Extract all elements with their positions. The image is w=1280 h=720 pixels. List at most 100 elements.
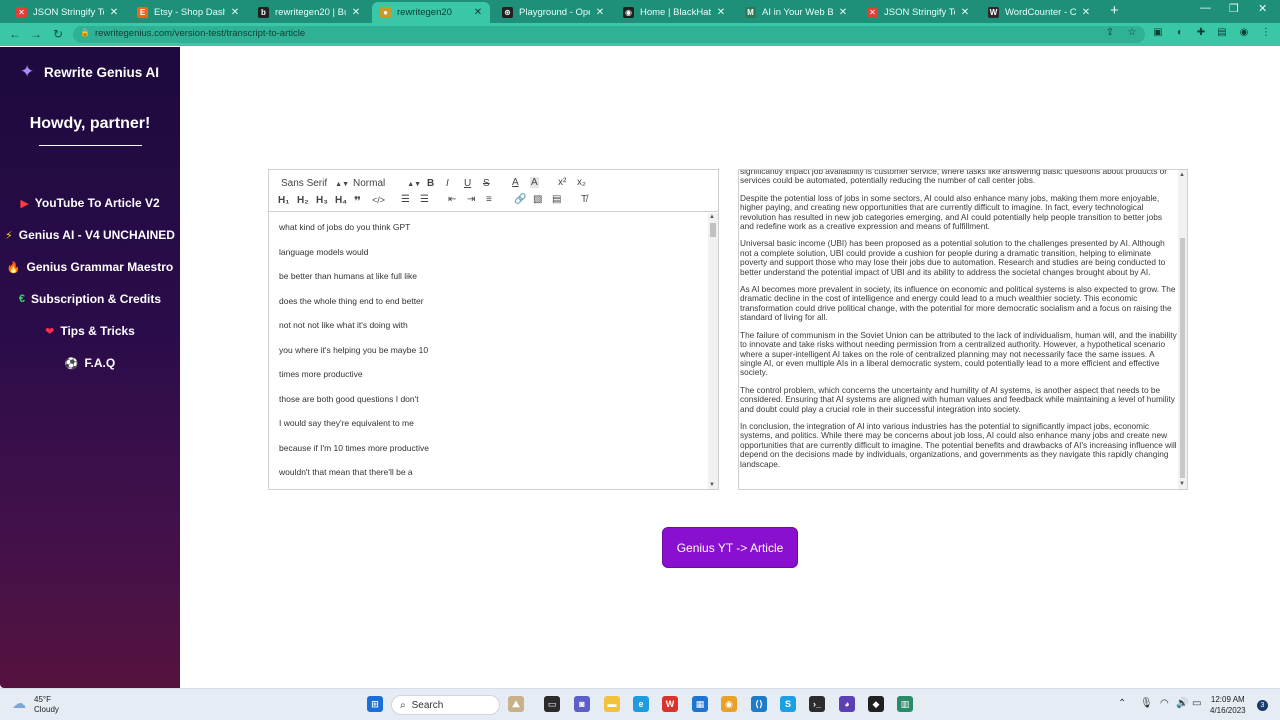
store-icon[interactable]: ▦ xyxy=(692,696,708,712)
terminal-icon[interactable]: ›_ xyxy=(809,696,825,712)
sidebar-item-f-a-q[interactable]: ⚽ F.A.Q xyxy=(0,356,180,370)
strikethrough-icon[interactable]: S xyxy=(483,178,490,189)
new-tab-button[interactable]: + xyxy=(1110,3,1119,18)
editor-scrollbar[interactable]: ▲ ▼ xyxy=(708,213,718,489)
image-icon[interactable]: ▧ xyxy=(533,194,542,205)
profile-avatar-icon[interactable]: ◉ xyxy=(1238,27,1250,39)
minimize-icon[interactable]: — xyxy=(1200,2,1211,14)
browser-tab[interactable]: ◉ Home | BlackHatWorld ✕ xyxy=(615,2,733,23)
back-icon[interactable]: ← xyxy=(8,27,22,41)
underline-icon[interactable]: U xyxy=(464,178,471,189)
italic-icon[interactable]: I xyxy=(446,178,449,189)
close-tab-icon[interactable]: ✕ xyxy=(959,7,971,18)
forward-icon[interactable]: → xyxy=(29,27,43,41)
scroll-down-icon[interactable]: ▼ xyxy=(709,482,715,488)
clear-format-icon[interactable]: T̸ xyxy=(581,194,587,205)
chevron-up-icon[interactable]: ⌃ xyxy=(1118,698,1126,709)
side-panel-icon[interactable]: ▤ xyxy=(1216,27,1228,39)
taskbar-search[interactable]: ⌕ Search xyxy=(391,695,500,715)
heading-2-icon[interactable]: H₂ xyxy=(297,195,309,206)
align-icon[interactable]: ≡ xyxy=(486,194,492,205)
brand[interactable]: ✦ Rewrite Genius AI xyxy=(20,63,159,81)
sidebar-item-youtube-to-article-v2[interactable]: ▶ YouTube To Article V2 xyxy=(0,196,180,210)
sidebar-item-genius-ai-v4-unchained[interactable]: ⚡ Genius AI - V4 UNCHAINED xyxy=(0,228,180,242)
battery-icon[interactable]: ▭ xyxy=(1192,698,1201,709)
sidebar-item-genius-grammar-maestro[interactable]: 🔥 Genius Grammar Maestro xyxy=(0,260,180,274)
chrome-icon[interactable]: ◉ xyxy=(721,696,737,712)
close-tab-icon[interactable]: ✕ xyxy=(837,7,849,18)
outdent-icon[interactable]: ⇤ xyxy=(448,194,456,205)
output-scrollbar[interactable]: ▲ ▼ xyxy=(1178,170,1187,489)
ordered-list-icon[interactable]: ☰ xyxy=(401,194,410,205)
article-text[interactable]: significantly impact job availability is… xyxy=(740,170,1177,477)
close-tab-icon[interactable]: ✕ xyxy=(594,7,606,18)
extension-icon[interactable]: ▣ xyxy=(1152,27,1164,39)
close-tab-icon[interactable]: ✕ xyxy=(229,7,241,18)
bullet-list-icon[interactable]: ☰ xyxy=(420,194,429,205)
file-explorer-icon[interactable]: ▬ xyxy=(604,696,620,712)
wifi-icon[interactable]: ◠ xyxy=(1160,698,1169,709)
microphone-icon[interactable]: 🎙 xyxy=(1140,698,1153,709)
sidebar-item-subscription-credits[interactable]: € Subscription & Credits xyxy=(0,292,180,306)
extension-icon[interactable]: ◐ xyxy=(1174,27,1186,39)
scroll-up-icon[interactable]: ▲ xyxy=(1179,172,1185,178)
scroll-down-icon[interactable]: ▼ xyxy=(1179,481,1185,487)
close-tab-icon[interactable]: ✕ xyxy=(108,7,120,18)
browser-tab[interactable]: M AI in Your Web Browser ✕ xyxy=(737,2,855,23)
browser-tab[interactable]: ✕ JSON Stringify Text - C ✕ xyxy=(8,2,126,23)
share-icon[interactable]: ⇪ xyxy=(1104,27,1116,39)
background-color-icon[interactable]: A xyxy=(530,177,539,188)
indent-icon[interactable]: ⇥ xyxy=(467,194,475,205)
blockquote-icon[interactable]: ❞ xyxy=(354,194,361,208)
text-color-icon[interactable]: A xyxy=(512,177,519,188)
video-icon[interactable]: ▤ xyxy=(552,194,561,205)
discord-icon[interactable]: ◕ xyxy=(839,696,855,712)
menu-kebab-icon[interactable]: ⋮ xyxy=(1260,27,1272,39)
url-text[interactable]: rewritegenius.com/version-test/transcrip… xyxy=(95,28,305,39)
chat-icon[interactable]: ◙ xyxy=(574,696,590,712)
scrollbar-thumb[interactable] xyxy=(710,223,716,237)
search-highlight-icon[interactable]: ⛰ xyxy=(508,696,524,712)
skype-icon[interactable]: S xyxy=(780,696,796,712)
start-icon[interactable]: ⊞ xyxy=(367,696,383,712)
bookmark-star-icon[interactable]: ☆ xyxy=(1126,27,1138,39)
app-icon[interactable]: ◆ xyxy=(868,696,884,712)
calculator-icon[interactable]: ▥ xyxy=(897,696,913,712)
volume-icon[interactable]: 🔊 xyxy=(1176,698,1188,709)
sidebar-item-tips-tricks[interactable]: ❤ Tips & Tricks xyxy=(0,324,180,338)
heading-1-icon[interactable]: H₁ xyxy=(278,195,289,206)
close-tab-icon[interactable]: ✕ xyxy=(715,7,727,18)
reload-icon[interactable]: ↻ xyxy=(51,27,65,41)
notification-badge[interactable]: 3 xyxy=(1257,700,1268,711)
link-icon[interactable]: 🔗 xyxy=(514,194,526,205)
browser-tab[interactable]: ⊛ Playground - OpenAI ✕ xyxy=(494,2,612,23)
browser-tab[interactable]: E Etsy - Shop Dashboard ✕ xyxy=(129,2,247,23)
close-tab-icon[interactable]: ✕ xyxy=(472,7,484,18)
browser-tab[interactable]: b rewritegen20 | Bubble ✕ xyxy=(250,2,368,23)
restore-icon[interactable]: ❐ xyxy=(1229,2,1239,15)
browser-tab[interactable]: W WordCounter - Count ✕ xyxy=(980,2,1098,23)
code-block-icon[interactable]: </> xyxy=(372,195,385,205)
bold-icon[interactable]: B xyxy=(427,178,434,189)
browser-tab[interactable]: ✕ JSON Stringify Text - C ✕ xyxy=(859,2,977,23)
size-select[interactable]: Normal ▲▼ xyxy=(353,178,421,189)
scroll-up-icon[interactable]: ▲ xyxy=(709,214,715,220)
close-tab-icon[interactable]: ✕ xyxy=(350,7,362,18)
font-select[interactable]: Sans Serif ▲▼ xyxy=(281,178,349,189)
editor-text-area[interactable]: what kind of jobs do you think GPT langua… xyxy=(269,213,706,489)
task-view-icon[interactable]: ▭ xyxy=(544,696,560,712)
puzzle-icon[interactable]: ✚ xyxy=(1195,27,1207,39)
browser-tab[interactable]: ● rewritegen20 ✕ xyxy=(372,2,490,23)
system-clock[interactable]: 12:09 AM 4/16/2023 xyxy=(1210,694,1246,716)
vivaldi-icon[interactable]: W xyxy=(662,696,678,712)
subscript-icon[interactable]: x₂ xyxy=(577,177,586,188)
heading-4-icon[interactable]: H₄ xyxy=(335,195,347,206)
edge-icon[interactable]: e xyxy=(633,696,649,712)
scrollbar-thumb[interactable] xyxy=(1180,238,1185,478)
vscode-icon[interactable]: ⟨⟩ xyxy=(751,696,767,712)
superscript-icon[interactable]: x² xyxy=(558,177,566,188)
heading-3-icon[interactable]: H₃ xyxy=(316,195,328,206)
close-tab-icon[interactable]: ✕ xyxy=(1080,7,1092,18)
close-window-icon[interactable]: ✕ xyxy=(1258,2,1267,15)
generate-article-button[interactable]: Genius YT -> Article xyxy=(662,527,798,568)
